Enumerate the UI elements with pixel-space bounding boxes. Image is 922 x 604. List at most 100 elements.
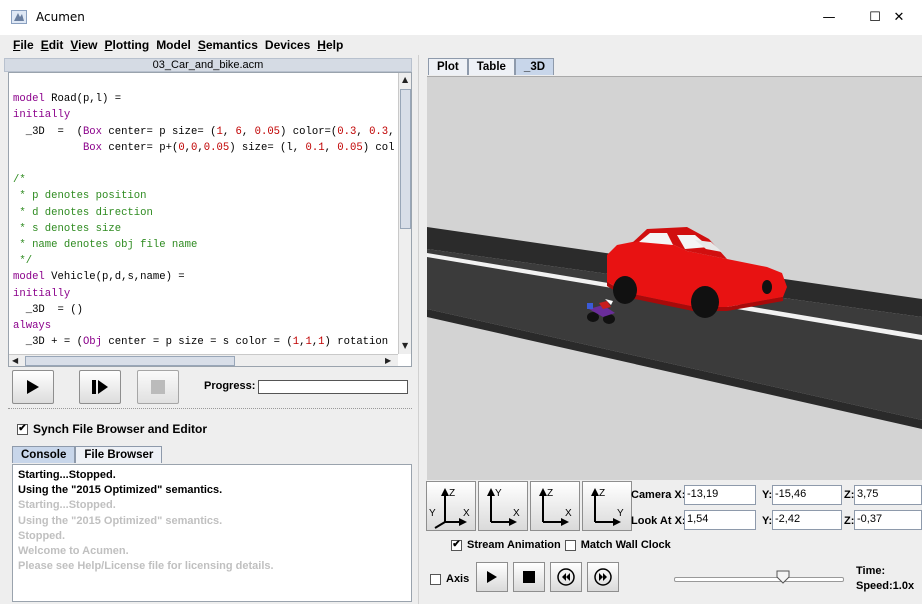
title-bar: Acumen — ☐ ✕ [0,0,922,35]
code-text[interactable]: model Road(p,l) = initially _3D = (Box ce… [13,75,398,366]
lookat-x-field[interactable]: 1,54 [684,510,756,530]
horizontal-scroll-thumb[interactable] [25,356,235,366]
axes-z-x-alt-icon: Z X [539,488,572,526]
stop-3d-button[interactable] [513,562,545,592]
match-wall-clock-checkbox[interactable] [564,539,576,551]
speed-slider-track[interactable] [674,577,844,582]
editor-file-title: 03_Car_and_bike.acm [4,58,412,72]
console-line: Welcome to Acumen. [18,545,129,558]
view-zy-button[interactable]: Z Y [582,481,632,531]
tab-plot[interactable]: Plot [428,58,468,75]
lookat-z-label: Z: [844,515,855,527]
code-line: * p denotes position [13,190,147,203]
tab-3d[interactable]: _3D [514,58,555,75]
menu-view[interactable]: View [70,38,97,52]
code-line: * d denotes direction [13,206,153,219]
lookat-y-label: Y: [762,515,773,527]
menu-edit[interactable]: Edit [41,38,64,52]
stop-icon [523,571,535,583]
axis-view-buttons: Z X Y Y X Z X Z Y [426,481,634,531]
view-xz-button[interactable]: Z X Y [426,481,476,531]
stop-button[interactable] [137,370,179,404]
editor-horizontal-scrollbar[interactable]: ◀ ▶ [9,354,398,366]
view-xy-button[interactable]: Y X [478,481,528,531]
code-editor[interactable]: model Road(p,l) = initially _3D = (Box ce… [8,72,412,367]
tab-table[interactable]: Table [467,58,515,75]
stop-icon [151,380,165,394]
progress-bar [258,380,408,394]
axes-y-x-icon: Y X [487,488,520,526]
camera-z-label: Z: [844,489,855,501]
svg-text:Z: Z [547,488,553,499]
svg-text:Z: Z [599,488,605,499]
menu-plotting[interactable]: Plotting [105,38,150,52]
step-icon [92,380,108,394]
speed-slider-thumb[interactable] [776,570,790,584]
menu-model[interactable]: Model [156,38,191,52]
code-line: initially [13,287,71,300]
stream-animation-label: Stream Animation [467,539,561,551]
axis-label: Axis [446,573,470,585]
synch-label: Synch File Browser and Editor [33,422,208,436]
vertical-scroll-thumb[interactable] [400,89,411,229]
time-label: Time: [856,565,886,577]
scroll-up-icon[interactable]: ▲ [402,75,408,84]
code-line: Box center= p+(0,0,0.05) size= (l, 0.1, … [82,141,395,154]
tab-file-browser[interactable]: File Browser [75,446,163,463]
lookat-y-field[interactable]: -2,42 [772,510,842,530]
synch-checkbox-row[interactable]: ✔ Synch File Browser and Editor [17,422,207,436]
match-wall-clock-label: Match Wall Clock [580,539,671,551]
editor-vertical-scrollbar[interactable]: ▲ ▼ [398,73,411,354]
menu-semantics[interactable]: Semantics [198,38,258,52]
menu-bar: File Edit View Plotting Model Semantics … [0,35,922,55]
run-button[interactable] [12,370,54,404]
camera-y-label: Y: [762,489,773,501]
code-line: _3D = (Box center= p size= (1, 6, 0.05) … [13,125,395,138]
fast-forward-icon [594,568,612,586]
step-button[interactable] [79,370,121,404]
svg-text:Z: Z [449,488,455,499]
rewind-icon [557,568,575,586]
camera-y-field[interactable]: -15,46 [772,485,842,505]
3d-scene-view[interactable] [427,76,922,480]
axes-z-x-icon: Z X Y [429,488,470,529]
rewind-button[interactable] [550,562,582,592]
console-line: Using the "2015 Optimized" semantics. [18,484,223,497]
close-button[interactable]: ✕ [876,0,922,35]
speed-label: Speed:1.0x [856,580,915,592]
console-line: Starting...Stopped. [18,499,116,512]
scroll-right-icon[interactable]: ▶ [385,356,391,365]
minimize-button[interactable]: — [806,0,852,35]
stream-animation-checkbox[interactable]: ✔ [451,539,462,551]
console-line: Please see Help/License file for licensi… [18,560,274,573]
camera-z-field[interactable]: 3,75 [854,485,922,505]
scroll-left-icon[interactable]: ◀ [12,356,18,365]
scroll-down-icon[interactable]: ▼ [402,341,408,350]
svg-text:X: X [463,508,470,519]
console-output: Starting...Stopped. Using the "2015 Opti… [12,464,412,602]
time-speed-label: Time: Speed:1.0x [856,564,914,594]
vertical-split-divider[interactable] [418,55,426,604]
progress-label: Progress: [204,380,256,392]
menu-file[interactable]: File [13,38,34,52]
play-3d-button[interactable] [476,562,508,592]
synch-checkbox[interactable]: ✔ [17,423,28,435]
code-line: model Vehicle(p,d,s,name) = [13,271,185,284]
console-tab-bar: Console File Browser [12,446,163,463]
code-line: _3D = () [13,303,83,316]
panel-splitter[interactable] [8,408,412,416]
code-line: always [13,320,52,333]
view-zx-button[interactable]: Z X [530,481,580,531]
camera-x-field[interactable]: -13,19 [684,485,756,505]
console-line: Starting...Stopped. [18,469,116,481]
tab-console[interactable]: Console [12,446,76,463]
axis-checkbox[interactable] [430,573,441,585]
console-line: Using the "2015 Optimized" semantics. [18,514,223,527]
menu-help[interactable]: Help [317,38,343,52]
fast-forward-button[interactable] [587,562,619,592]
lookat-z-field[interactable]: -0,37 [854,510,922,530]
view-tab-bar: Plot Table _3D [428,58,555,75]
menu-devices[interactable]: Devices [265,38,310,52]
axis-option[interactable]: Axis [430,573,469,585]
